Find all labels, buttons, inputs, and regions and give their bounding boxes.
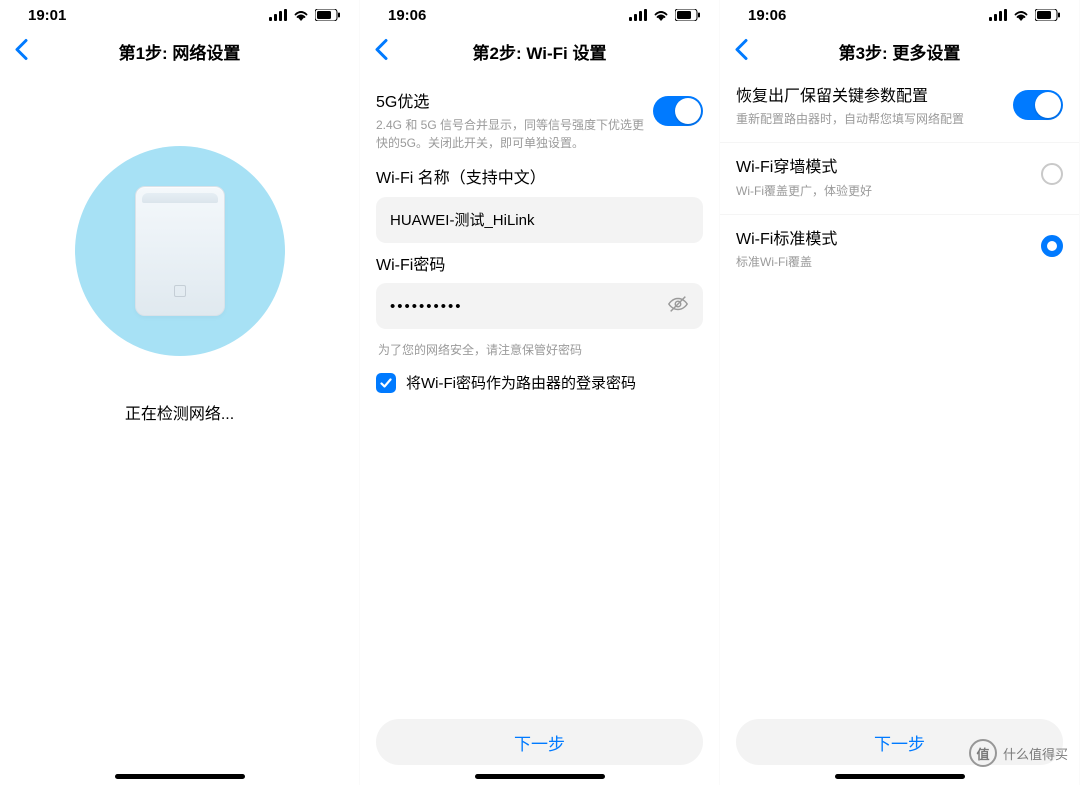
opt5g-toggle[interactable] [653,96,703,126]
nav-header: 第3步: 更多设置 [720,30,1079,74]
screen-step3: 19:06 第3步: 更多设置 恢复出厂保留关键参数配置 重新配置路由器时，自动… [720,0,1080,785]
opt5g-row: 5G优选 2.4G 和 5G 信号合并显示，同等信号强度下优选更快的5G。关闭此… [376,84,703,164]
signal-icon [629,9,647,21]
page-title: 第3步: 更多设置 [839,39,961,64]
status-time: 19:06 [748,7,786,24]
status-bar: 19:06 [360,0,719,30]
detecting-label: 正在检测网络... [125,400,234,424]
watermark: 值 什么值得买 [969,739,1068,767]
page-title: 第1步: 网络设置 [119,39,241,64]
signal-icon [269,9,287,21]
battery-icon [315,9,341,21]
screen-step2: 19:06 第2步: Wi-Fi 设置 5G优选 2.4G 和 5G 信号合并显… [360,0,720,785]
wifi-name-value: HUAWEI-测试_HiLink [390,209,689,230]
std-mode-row[interactable]: Wi-Fi标准模式 标准Wi-Fi覆盖 [720,215,1079,285]
status-indicators [989,9,1061,21]
battery-icon [1035,9,1061,21]
wifi-name-input[interactable]: HUAWEI-测试_HiLink [376,197,703,243]
status-indicators [629,9,701,21]
nav-header: 第1步: 网络设置 [0,30,359,74]
back-button[interactable] [14,38,28,65]
home-indicator[interactable] [835,774,965,779]
wall-mode-row[interactable]: Wi-Fi穿墙模式 Wi-Fi覆盖更广，体验更好 [720,143,1079,214]
wifi-icon [1013,9,1029,21]
home-indicator[interactable] [115,774,245,779]
wifi-password-label: Wi-Fi密码 [376,255,703,277]
status-bar: 19:01 [0,0,359,30]
wall-mode-radio[interactable] [1041,163,1063,185]
wifi-icon [653,9,669,21]
bottom-bar: 下一步 [360,719,719,765]
watermark-text: 什么值得买 [1003,744,1068,763]
page-title: 第2步: Wi-Fi 设置 [473,39,607,64]
nav-header: 第2步: Wi-Fi 设置 [360,30,719,74]
wall-mode-sublabel: Wi-Fi覆盖更广，体验更好 [736,182,1033,200]
wifi-password-input[interactable]: •••••••••• [376,283,703,329]
home-indicator[interactable] [475,774,605,779]
wifi-name-label: Wi-Fi 名称（支持中文） [376,168,703,190]
wall-mode-label: Wi-Fi穿墙模式 [736,157,1033,179]
restore-sublabel: 重新配置路由器时，自动帮您填写网络配置 [736,110,1005,128]
next-button[interactable]: 下一步 [376,719,703,765]
use-as-login-row[interactable]: 将Wi-Fi密码作为路由器的登录密码 [376,372,703,393]
std-mode-radio[interactable] [1041,235,1063,257]
checkbox-checked-icon[interactable] [376,373,396,393]
status-time: 19:06 [388,7,426,24]
content-area: 正在检测网络... [0,74,359,785]
password-note: 为了您的网络安全，请注意保管好密码 [378,341,703,358]
watermark-badge-icon: 值 [969,739,997,767]
content-area: 5G优选 2.4G 和 5G 信号合并显示，同等信号强度下优选更快的5G。关闭此… [360,74,719,785]
signal-icon [989,9,1007,21]
wifi-icon [293,9,309,21]
battery-icon [675,9,701,21]
wifi-password-value: •••••••••• [390,298,659,315]
status-indicators [269,9,341,21]
restore-label: 恢复出厂保留关键参数配置 [736,86,1005,108]
router-illustration [75,146,285,356]
status-bar: 19:06 [720,0,1079,30]
opt5g-label: 5G优选 [376,92,645,114]
next-label: 下一步 [874,730,925,755]
content-area: 恢复出厂保留关键参数配置 重新配置路由器时，自动帮您填写网络配置 Wi-Fi穿墙… [720,74,1079,785]
std-mode-sublabel: 标准Wi-Fi覆盖 [736,253,1033,271]
router-icon [135,186,225,316]
back-button[interactable] [374,38,388,65]
next-label: 下一步 [514,730,565,755]
eye-off-icon[interactable] [667,293,689,319]
use-as-login-label: 将Wi-Fi密码作为路由器的登录密码 [406,372,636,393]
opt5g-sublabel: 2.4G 和 5G 信号合并显示，同等信号强度下优选更快的5G。关闭此开关，即可… [376,116,645,152]
back-button[interactable] [734,38,748,65]
status-time: 19:01 [28,7,66,24]
restore-row: 恢复出厂保留关键参数配置 重新配置路由器时，自动帮您填写网络配置 [720,74,1079,143]
std-mode-label: Wi-Fi标准模式 [736,229,1033,251]
restore-toggle[interactable] [1013,90,1063,120]
screen-step1: 19:01 第1步: 网络设置 正在检测网络... [0,0,360,785]
